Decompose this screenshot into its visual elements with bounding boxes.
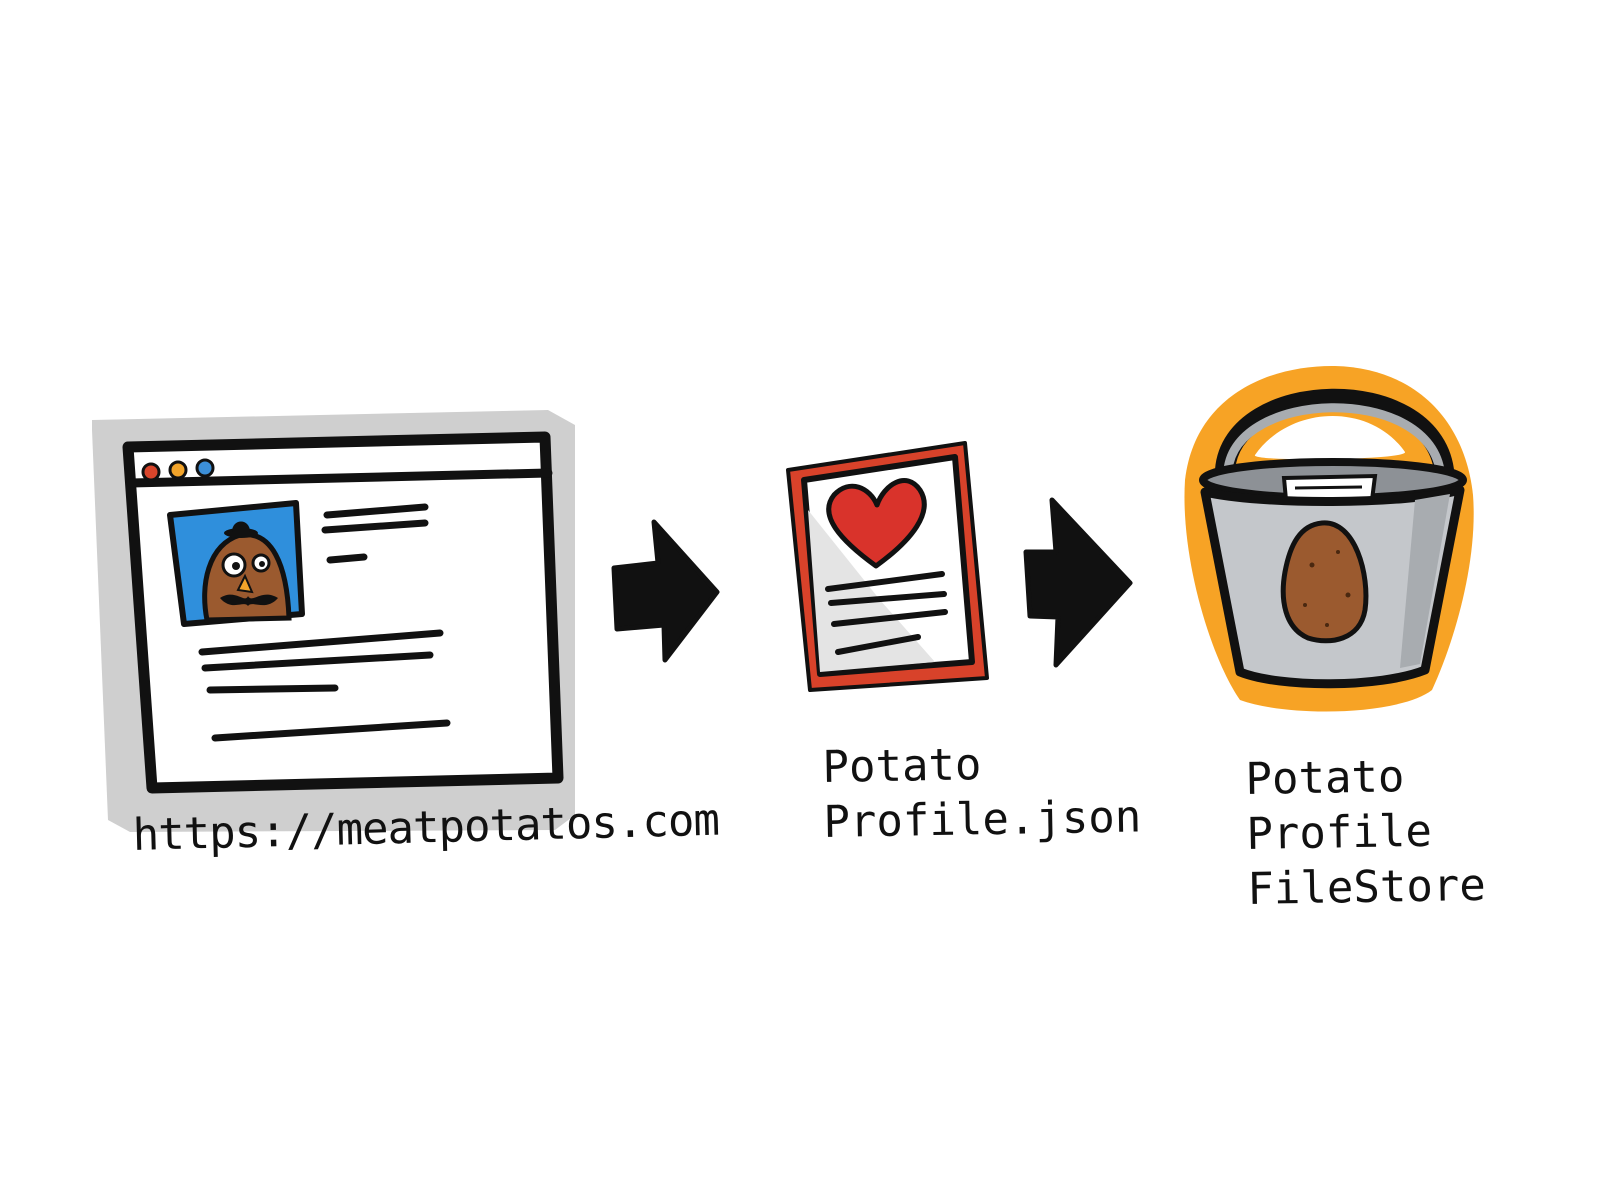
body-text-line xyxy=(206,684,339,694)
node-label-line: Profile.json xyxy=(822,791,1142,848)
node-label-line: FileStore xyxy=(1246,859,1487,915)
window-minimize-dot xyxy=(168,460,188,480)
node-label-line: Potato xyxy=(1245,751,1405,805)
browser-window-icon xyxy=(92,410,575,832)
node-label-line: Profile xyxy=(1245,805,1433,860)
node-label-line: Potato xyxy=(822,739,982,793)
node-label-profile-json: Potato Profile.json xyxy=(822,734,1142,850)
pipeline-diagram xyxy=(92,365,1474,832)
node-label-file-store: Potato Profile FileStore xyxy=(1245,748,1486,917)
profile-text-line xyxy=(326,553,368,564)
bucket-potato-icon xyxy=(1184,365,1474,712)
arrow-right-icon xyxy=(611,519,720,663)
potato-avatar-image xyxy=(167,500,305,627)
window-maximize-dot xyxy=(195,458,215,478)
potato-icon xyxy=(1280,520,1369,644)
window-close-dot xyxy=(141,462,161,482)
arrow-right-icon xyxy=(1023,497,1133,668)
document-heart-icon xyxy=(786,441,989,692)
